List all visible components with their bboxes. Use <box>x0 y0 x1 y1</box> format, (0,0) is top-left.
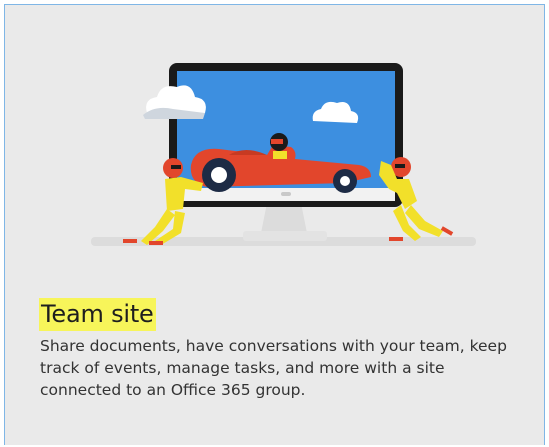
monitor-stand <box>243 203 327 241</box>
team-site-card[interactable]: Team site Share documents, have conversa… <box>4 4 545 445</box>
card-title: Team site <box>39 298 156 331</box>
card-title-wrap: Team site <box>39 298 156 332</box>
card-description: Share documents, have conversations with… <box>40 337 507 399</box>
team-site-illustration <box>5 5 546 275</box>
